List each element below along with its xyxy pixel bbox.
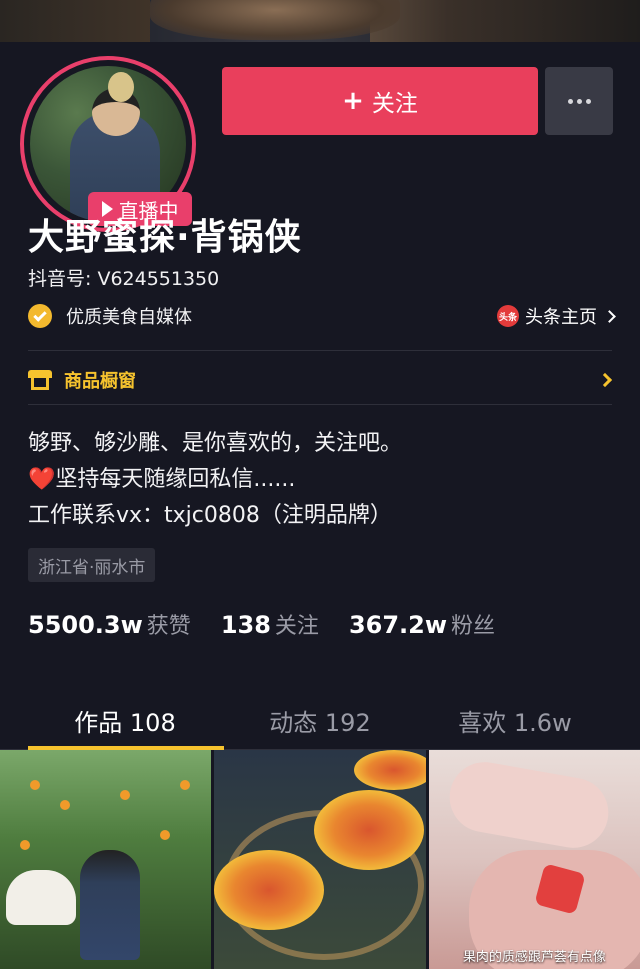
bio: 够野、够沙雕、是你喜欢的，关注吧。 ❤️坚持每天随缘回私信...... 工作联系… <box>28 426 402 534</box>
toutiao-label: 头条主页 <box>525 307 597 328</box>
more-options-button[interactable] <box>545 67 613 135</box>
bio-line-with-heart: ❤️坚持每天随缘回私信...... <box>28 462 402 498</box>
follow-button[interactable]: + 关注 <box>222 67 538 135</box>
stat-likes[interactable]: 5500.3w 获赞 <box>28 608 191 640</box>
stat-label: 粉丝 <box>451 614 496 639</box>
stat-value: 367.2w <box>348 611 448 639</box>
toutiao-homepage-link[interactable]: 头条 头条主页 <box>497 303 616 329</box>
profile-name: 大野蜜探·背锅侠 <box>28 217 302 258</box>
divider <box>28 350 612 351</box>
certification-text: 优质美食自媒体 <box>66 307 192 328</box>
tab-works[interactable]: 作品 108 <box>0 690 250 750</box>
bio-line: 工作联系vx：txjc0808（注明品牌） <box>28 503 392 528</box>
video-thumbnail[interactable] <box>214 750 426 969</box>
dot-icon <box>576 98 582 104</box>
chevron-right-icon <box>603 309 616 323</box>
cover-banner <box>0 0 640 42</box>
stat-label: 获赞 <box>146 614 191 639</box>
stat-label: 关注 <box>274 614 319 639</box>
tab-activity[interactable]: 动态 192 <box>250 690 390 750</box>
tab-likes[interactable]: 喜欢 1.6w <box>390 690 640 750</box>
video-caption: 果肉的质感跟芦荟有点像 <box>462 950 606 965</box>
plus-icon: + <box>342 86 364 116</box>
location-tag: 浙江省·丽水市 <box>28 548 156 582</box>
dot-icon <box>567 98 573 104</box>
heart-icon: ❤️ <box>28 467 56 492</box>
follow-button-label: 关注 <box>371 91 418 117</box>
toutiao-icon: 头条 <box>497 305 519 327</box>
video-thumbnail[interactable] <box>0 750 212 969</box>
douyin-id: 抖音号: V624551350 <box>28 268 220 290</box>
shop-window-row[interactable]: 商品橱窗 <box>28 364 614 396</box>
stat-value: 5500.3w <box>28 611 143 639</box>
chevron-right-icon <box>597 372 613 388</box>
stats-row: 5500.3w 获赞 138 关注 367.2w 粉丝 <box>28 608 525 640</box>
storefront-icon <box>28 370 52 390</box>
stat-value: 138 <box>220 611 271 639</box>
divider <box>28 404 612 405</box>
bio-line: 坚持每天随缘回私信...... <box>55 467 296 492</box>
bio-line: 够野、够沙雕、是你喜欢的，关注吧。 <box>28 431 403 456</box>
shop-window-label: 商品橱窗 <box>64 371 136 392</box>
video-thumbnail[interactable]: 果肉的质感跟芦荟有点像 <box>428 750 640 969</box>
video-grid: 果肉的质感跟芦荟有点像 <box>0 750 640 969</box>
dot-icon <box>585 98 591 104</box>
stat-followers[interactable]: 367.2w 粉丝 <box>349 608 495 640</box>
certification-row: 优质美食自媒体 头条 头条主页 <box>28 300 616 332</box>
verified-check-icon <box>28 304 52 328</box>
profile-panel: 直播中 + 关注 大野蜜探·背锅侠 抖音号: V624551350 优质美食自媒… <box>0 42 640 969</box>
stat-following[interactable]: 138 关注 <box>221 608 319 640</box>
content-tabs: 作品 108 动态 192 喜欢 1.6w <box>0 690 640 750</box>
